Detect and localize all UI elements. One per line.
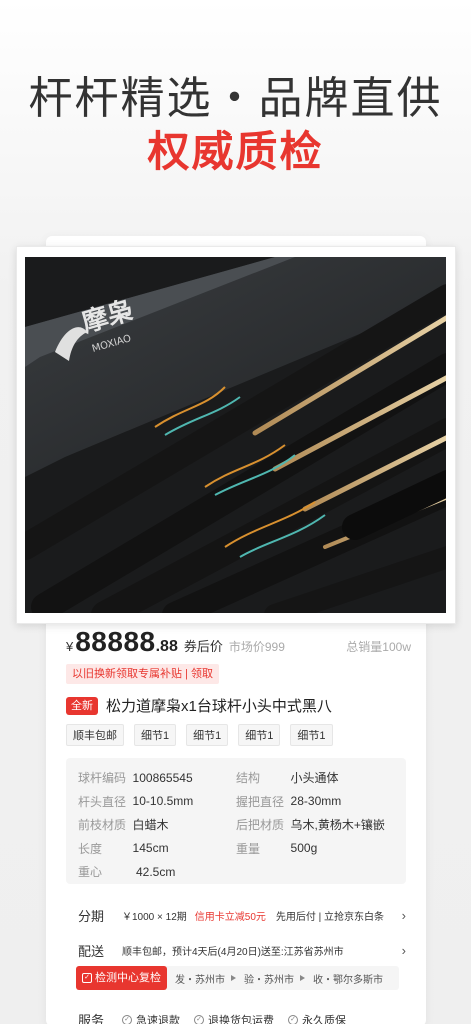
installment-row[interactable]: 分期 ￥1000 × 12期 信用卡立减50元 先用后付 | 立抢京东白条 ›	[78, 906, 406, 925]
tag-item: 顺丰包邮	[66, 724, 124, 746]
installment-plan: ￥1000 × 12期	[122, 912, 187, 923]
new-badge: 全新	[66, 696, 98, 715]
route-step-inspect: 验・苏州市	[244, 974, 294, 986]
inspection-badge: ✓ 检测中心复检	[76, 966, 167, 990]
shipping-label: 配送	[78, 944, 105, 959]
spec-key: 重量	[236, 841, 261, 856]
spec-table: 球杆编码 100865545 结构 小头通体 杆头直径 10-10.5mm 握把…	[66, 758, 406, 884]
installment-extra: 先用后付 | 立抢京东白条	[275, 912, 385, 923]
service-item-label: 退换货包运费	[208, 1014, 274, 1024]
spec-key: 球杆编码	[78, 771, 127, 786]
shipping-text: 顺丰包邮，预计4天后(4月20日)送至:江苏省苏州市	[122, 947, 344, 958]
spec-key: 结构	[236, 771, 261, 786]
product-title-row: 全新 松力道摩枭x1台球杆小头中式黑八	[66, 695, 411, 716]
spec-value: 28-30mm	[290, 794, 342, 809]
spec-row: 球杆编码 100865545 结构 小头通体	[78, 766, 394, 790]
spec-value: 100865545	[132, 770, 193, 785]
tag-item: 细节1	[186, 724, 229, 746]
installment-label: 分期	[78, 909, 105, 924]
tag-item: 细节1	[238, 724, 281, 746]
currency-symbol: ¥	[66, 639, 74, 654]
trade-in-promo-link[interactable]: 以旧换新领取专属补贴 | 领取	[66, 664, 219, 684]
service-item: ✓ 急速退款	[122, 1012, 180, 1024]
spec-value: 42.5cm	[136, 864, 176, 879]
spec-value: 乌木,黄杨木+镶嵌	[290, 818, 385, 833]
arrow-right-icon	[300, 975, 305, 981]
spec-key: 重心	[78, 865, 103, 880]
service-item-label: 永久质保	[302, 1014, 346, 1024]
tag-item: 细节1	[134, 724, 177, 746]
spec-key: 前枝材质	[78, 818, 127, 833]
spec-value: 10-10.5mm	[132, 794, 194, 809]
cue-set-image: 摩枭 MOXIAO	[25, 257, 446, 613]
service-label: 服务	[78, 1013, 105, 1024]
service-item: ✓ 永久质保	[288, 1012, 346, 1024]
market-price: 市场价999	[228, 640, 285, 654]
arrow-right-icon	[231, 975, 236, 981]
spec-key: 后把材质	[236, 818, 285, 833]
spec-value: 白蜡木	[132, 818, 169, 833]
price-row: ¥ 88888 .88 券后价 市场价999 总销量100w	[66, 626, 411, 660]
total-sales: 总销量100w	[346, 640, 411, 654]
price-decimal: .88	[155, 638, 178, 655]
coupon-price-label: 券后价	[183, 639, 223, 654]
hero-subtitle: 权威质检	[147, 128, 324, 175]
spec-key: 长度	[78, 841, 103, 856]
spec-value: 500g	[290, 841, 318, 856]
hero-title: 杆杆精选・品牌直供	[28, 74, 443, 123]
feature-tags: 顺丰包邮 细节1 细节1 细节1 细节1	[66, 724, 333, 746]
service-item-label: 急速退款	[136, 1014, 180, 1024]
spec-row: 长度 145cm 重量 500g	[78, 837, 394, 861]
price-integer: 88888	[75, 626, 156, 657]
spec-value: 145cm	[132, 841, 169, 856]
shipping-row[interactable]: 配送 顺丰包邮，预计4天后(4月20日)送至:江苏省苏州市 ›	[78, 941, 406, 960]
spec-row: 杆头直径 10-10.5mm 握把直径 28-30mm	[78, 790, 394, 814]
spec-row: 重心 42.5cm	[78, 860, 394, 884]
route-step-ship: 发・苏州市	[175, 974, 225, 986]
inspection-badge-label: 检测中心复检	[95, 972, 161, 984]
product-title: 松力道摩枭x1台球杆小头中式黑八	[106, 698, 332, 715]
service-row[interactable]: 服务 ✓ 急速退款 ✓ 退换货包运费 ✓ 永久质保	[78, 1010, 406, 1024]
spec-value: 小头通体	[290, 771, 339, 786]
service-item: ✓ 退换货包运费	[194, 1012, 274, 1024]
route-step-receive: 收・鄂尔多斯市	[313, 974, 383, 986]
inspection-route[interactable]: ✓ 检测中心复检 发・苏州市 验・苏州市 收・鄂尔多斯市	[76, 966, 399, 990]
inspection-icon: ✓	[82, 973, 92, 983]
chevron-right-icon: ›	[401, 908, 406, 923]
check-circle-icon: ✓	[194, 1014, 204, 1024]
chevron-right-icon: ›	[401, 943, 406, 958]
installment-discount: 信用卡立减50元	[194, 912, 266, 923]
check-circle-icon: ✓	[288, 1014, 298, 1024]
spec-key: 握把直径	[236, 794, 285, 809]
tag-item: 细节1	[290, 724, 333, 746]
product-photo[interactable]: 摩枭 MOXIAO	[16, 246, 456, 624]
spec-key: 杆头直径	[78, 794, 127, 809]
spec-row: 前枝材质 白蜡木 后把材质 乌木,黄杨木+镶嵌	[78, 813, 394, 837]
check-circle-icon: ✓	[122, 1014, 132, 1024]
